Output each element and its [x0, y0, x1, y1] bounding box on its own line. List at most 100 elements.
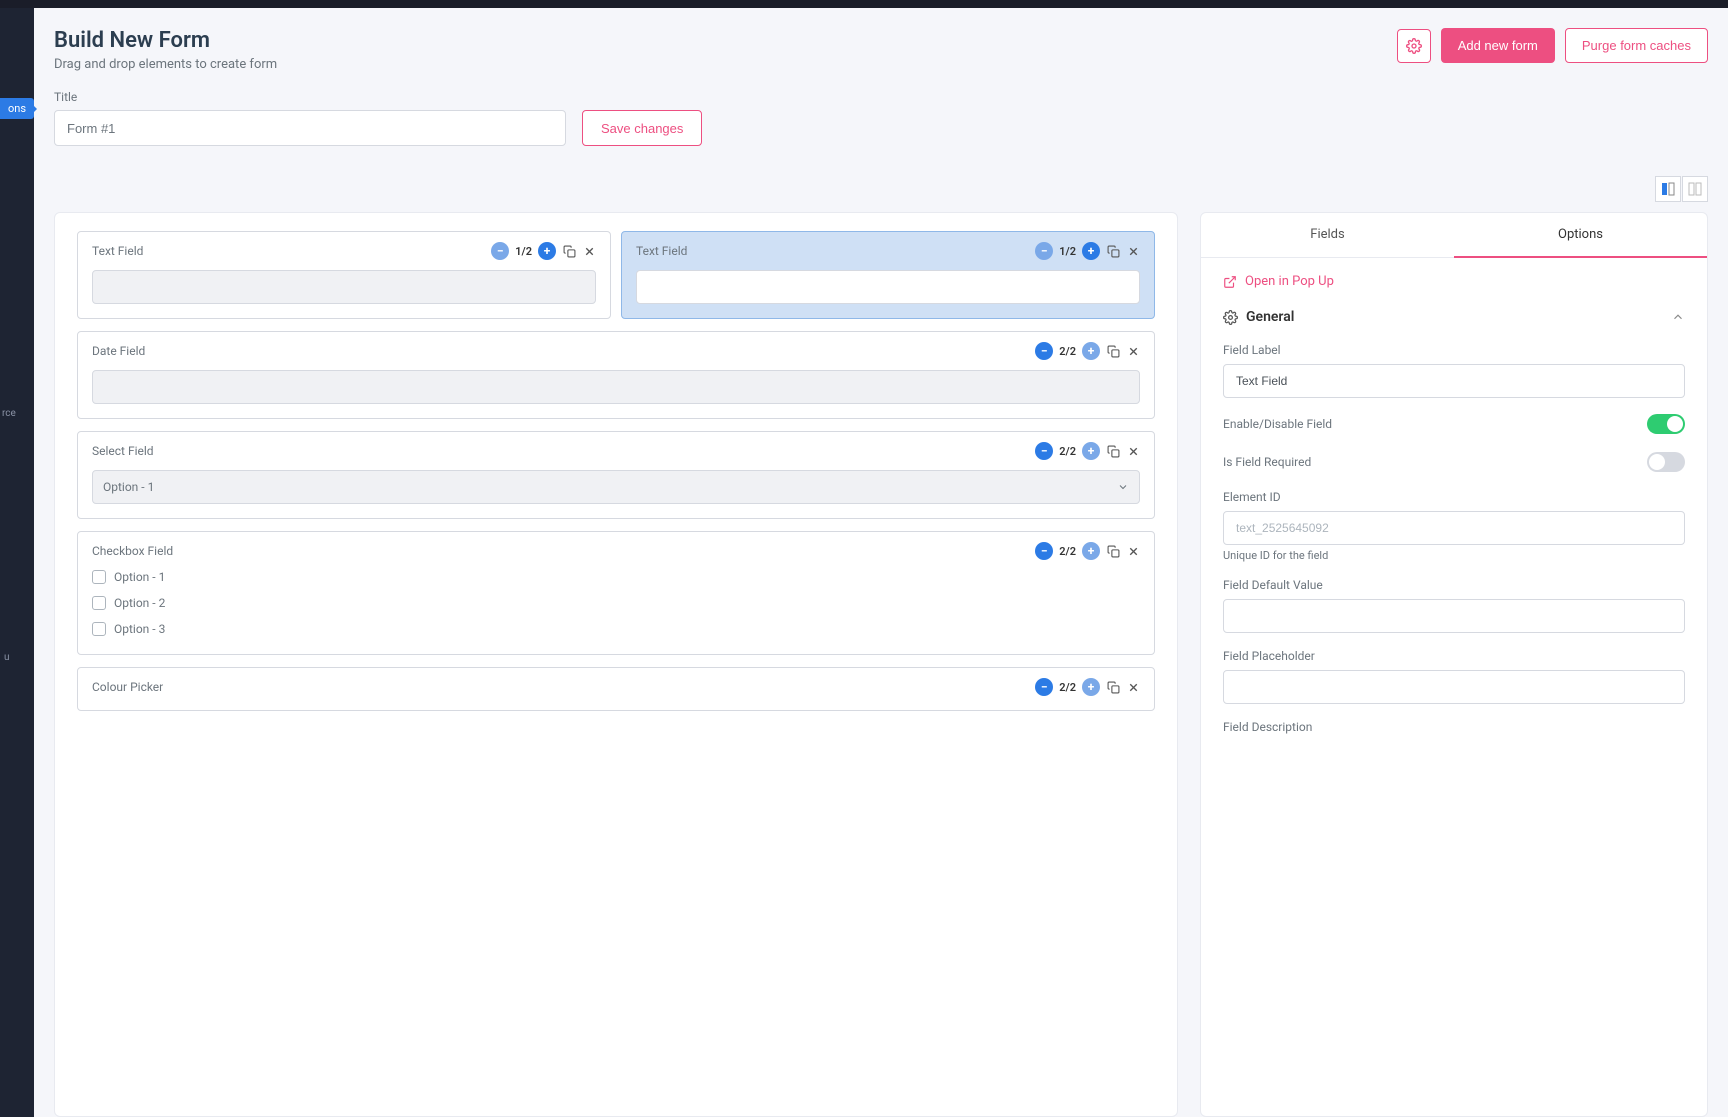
- section-general-title: General: [1246, 309, 1294, 325]
- checkbox-icon: [92, 622, 106, 636]
- width-decrease-button[interactable]: −: [1035, 342, 1053, 360]
- field-label: Text Field: [92, 244, 143, 258]
- width-fraction: 2/2: [1059, 681, 1076, 694]
- text-input-preview: [636, 270, 1140, 304]
- field-label-input[interactable]: [1223, 364, 1685, 398]
- sidebar-active-item[interactable]: ons: [0, 98, 34, 119]
- enable-field-toggle[interactable]: [1647, 414, 1685, 434]
- close-icon: [1127, 681, 1140, 694]
- duplicate-button[interactable]: [1106, 544, 1120, 558]
- duplicate-button[interactable]: [1106, 344, 1120, 358]
- chevron-down-icon: [1117, 481, 1129, 493]
- field-checkbox[interactable]: Checkbox Field − 2/2 + Option - 1 Option…: [77, 531, 1155, 655]
- delete-button[interactable]: [1126, 244, 1140, 258]
- columns-icon: [1661, 182, 1675, 196]
- chevron-up-icon[interactable]: [1671, 310, 1685, 324]
- enable-field-label: Enable/Disable Field: [1223, 417, 1332, 431]
- width-decrease-button[interactable]: −: [1035, 242, 1053, 260]
- view-single-button[interactable]: [1682, 176, 1708, 202]
- duplicate-button[interactable]: [562, 244, 576, 258]
- field-text-1[interactable]: Text Field − 1/2 +: [77, 231, 611, 319]
- delete-button[interactable]: [1126, 680, 1140, 694]
- close-icon: [583, 245, 596, 258]
- field-text-2[interactable]: Text Field − 1/2 +: [621, 231, 1155, 319]
- add-form-button[interactable]: Add new form: [1441, 28, 1555, 63]
- width-decrease-button[interactable]: −: [1035, 442, 1053, 460]
- purge-caches-button[interactable]: Purge form caches: [1565, 28, 1708, 63]
- delete-button[interactable]: [582, 244, 596, 258]
- open-popup-link[interactable]: Open in Pop Up: [1223, 274, 1685, 289]
- copy-icon: [1107, 681, 1120, 694]
- width-increase-button[interactable]: +: [538, 242, 556, 260]
- checkbox-option[interactable]: Option - 3: [92, 622, 1140, 636]
- view-split-button[interactable]: [1655, 176, 1681, 202]
- delete-button[interactable]: [1126, 444, 1140, 458]
- default-value-input[interactable]: [1223, 599, 1685, 633]
- gear-icon: [1406, 38, 1422, 54]
- close-icon: [1127, 445, 1140, 458]
- width-increase-button[interactable]: +: [1082, 678, 1100, 696]
- element-id-input[interactable]: [1223, 511, 1685, 545]
- copy-icon: [1107, 445, 1120, 458]
- field-date[interactable]: Date Field − 2/2 +: [77, 331, 1155, 419]
- close-icon: [1127, 545, 1140, 558]
- page-subtitle: Drag and drop elements to create form: [54, 57, 277, 72]
- required-field-toggle[interactable]: [1647, 452, 1685, 472]
- delete-button[interactable]: [1126, 344, 1140, 358]
- width-decrease-button[interactable]: −: [1035, 678, 1053, 696]
- sidebar-item[interactable]: rce: [2, 408, 16, 419]
- sidebar-item[interactable]: u: [4, 652, 10, 663]
- width-fraction: 2/2: [1059, 545, 1076, 558]
- width-decrease-button[interactable]: −: [491, 242, 509, 260]
- sidebar: ons rce u: [0, 8, 34, 1117]
- open-popup-label: Open in Pop Up: [1245, 274, 1334, 289]
- tab-fields[interactable]: Fields: [1201, 213, 1454, 257]
- checkbox-icon: [92, 596, 106, 610]
- field-label: Colour Picker: [92, 680, 163, 694]
- copy-icon: [1107, 545, 1120, 558]
- options-panel: Fields Options Open in Pop Up General: [1200, 212, 1708, 1117]
- settings-button[interactable]: [1397, 29, 1431, 63]
- duplicate-button[interactable]: [1106, 680, 1120, 694]
- form-title-input[interactable]: [54, 110, 566, 146]
- field-select[interactable]: Select Field − 2/2 + Option - 1: [77, 431, 1155, 519]
- width-fraction: 2/2: [1059, 445, 1076, 458]
- checkbox-option[interactable]: Option - 2: [92, 596, 1140, 610]
- element-id-help: Unique ID for the field: [1223, 549, 1685, 562]
- width-increase-button[interactable]: +: [1082, 542, 1100, 560]
- columns-muted-icon: [1688, 182, 1702, 196]
- select-preview[interactable]: Option - 1: [92, 470, 1140, 504]
- copy-icon: [1107, 345, 1120, 358]
- tab-options[interactable]: Options: [1454, 213, 1707, 258]
- width-increase-button[interactable]: +: [1082, 242, 1100, 260]
- gear-icon: [1223, 310, 1238, 325]
- delete-button[interactable]: [1126, 544, 1140, 558]
- copy-icon: [563, 245, 576, 258]
- description-label: Field Description: [1223, 720, 1685, 734]
- select-value: Option - 1: [103, 480, 154, 494]
- copy-icon: [1107, 245, 1120, 258]
- default-value-label: Field Default Value: [1223, 578, 1685, 592]
- close-icon: [1127, 245, 1140, 258]
- date-input-preview: [92, 370, 1140, 404]
- width-decrease-button[interactable]: −: [1035, 542, 1053, 560]
- duplicate-button[interactable]: [1106, 244, 1120, 258]
- field-label: Text Field: [636, 244, 687, 258]
- field-label-label: Field Label: [1223, 343, 1685, 357]
- width-increase-button[interactable]: +: [1082, 442, 1100, 460]
- text-input-preview: [92, 270, 596, 304]
- field-label: Checkbox Field: [92, 544, 173, 558]
- width-fraction: 2/2: [1059, 345, 1076, 358]
- width-increase-button[interactable]: +: [1082, 342, 1100, 360]
- duplicate-button[interactable]: [1106, 444, 1120, 458]
- width-fraction: 1/2: [515, 245, 532, 258]
- close-icon: [1127, 345, 1140, 358]
- checkbox-option[interactable]: Option - 1: [92, 570, 1140, 584]
- field-colour-picker[interactable]: Colour Picker − 2/2 +: [77, 667, 1155, 711]
- page-title: Build New Form: [54, 28, 277, 53]
- placeholder-label: Field Placeholder: [1223, 649, 1685, 663]
- save-changes-button[interactable]: Save changes: [582, 110, 702, 146]
- placeholder-input[interactable]: [1223, 670, 1685, 704]
- form-canvas: Text Field − 1/2 +: [54, 212, 1178, 1117]
- field-label: Date Field: [92, 344, 145, 358]
